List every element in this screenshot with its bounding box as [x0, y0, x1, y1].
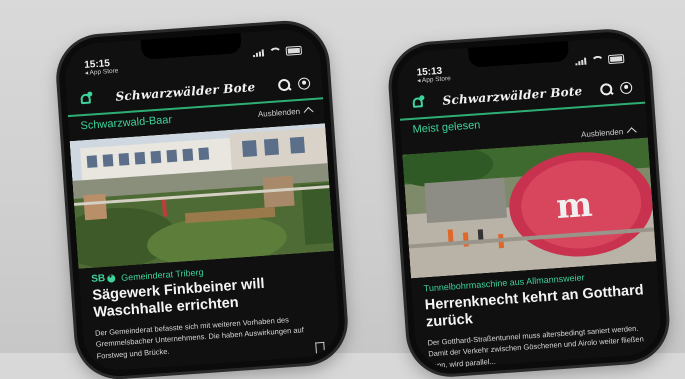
phone-screen: 15:15 ◂ App Store Schwarzwälder Bote Sch… — [62, 27, 342, 373]
status-icons — [252, 45, 303, 57]
article-teaser: Der Gemeinderat befasste sich mit weiter… — [94, 315, 305, 361]
plus-icon — [106, 273, 116, 283]
battery-icon — [607, 53, 625, 64]
sawmill-photo — [69, 123, 334, 269]
notification-bell-icon[interactable] — [78, 91, 93, 106]
search-icon[interactable] — [600, 83, 613, 96]
phone-left: 15:15 ◂ App Store Schwarzwälder Bote Sch… — [56, 21, 348, 379]
search-icon[interactable] — [278, 79, 291, 92]
user-account-icon[interactable] — [619, 81, 633, 95]
svg-text:m: m — [555, 185, 594, 227]
article-image[interactable] — [69, 123, 334, 269]
sb-badge-label: SB — [90, 272, 106, 285]
battery-icon — [285, 45, 303, 56]
brand-logo: Schwarzwälder Bote — [442, 84, 583, 108]
phone-right: 15:13 ◂ App Store Schwarzwälder Bote Mei… — [388, 29, 670, 377]
back-to-app-store-link[interactable]: ◂ App Store — [417, 74, 451, 84]
hide-section-label: Ausblenden — [580, 126, 624, 139]
hide-section-label: Ausblenden — [257, 106, 301, 119]
user-account-icon[interactable] — [297, 77, 311, 90]
back-to-app-store-link[interactable]: ◂ App Store — [85, 67, 119, 77]
tunnel-machine-photo: m — [402, 137, 657, 279]
sb-plus-badge: SB — [91, 272, 116, 285]
article-image[interactable]: m — [402, 137, 657, 279]
bookmark-icon[interactable] — [315, 341, 325, 354]
signal-icon — [575, 57, 587, 65]
phone-screen: 15:13 ◂ App Store Schwarzwälder Bote Mei… — [395, 35, 663, 371]
header-actions — [600, 81, 633, 96]
hide-section-button[interactable]: Ausblenden — [580, 125, 637, 139]
chevron-up-icon — [303, 106, 314, 117]
header-actions — [278, 77, 311, 91]
notification-bell-icon[interactable] — [410, 95, 425, 110]
wifi-icon — [268, 46, 283, 57]
brand-logo: Schwarzwälder Bote — [115, 80, 256, 104]
signal-icon — [252, 48, 265, 57]
section-title: Schwarzwald-Baar — [80, 113, 173, 133]
hide-section-button[interactable]: Ausblenden — [257, 105, 314, 119]
article-teaser: Der Gotthard-Straßentunnel muss altersbe… — [427, 323, 645, 370]
wifi-icon — [590, 54, 605, 65]
status-icons — [575, 53, 625, 66]
chevron-up-icon — [626, 127, 637, 138]
